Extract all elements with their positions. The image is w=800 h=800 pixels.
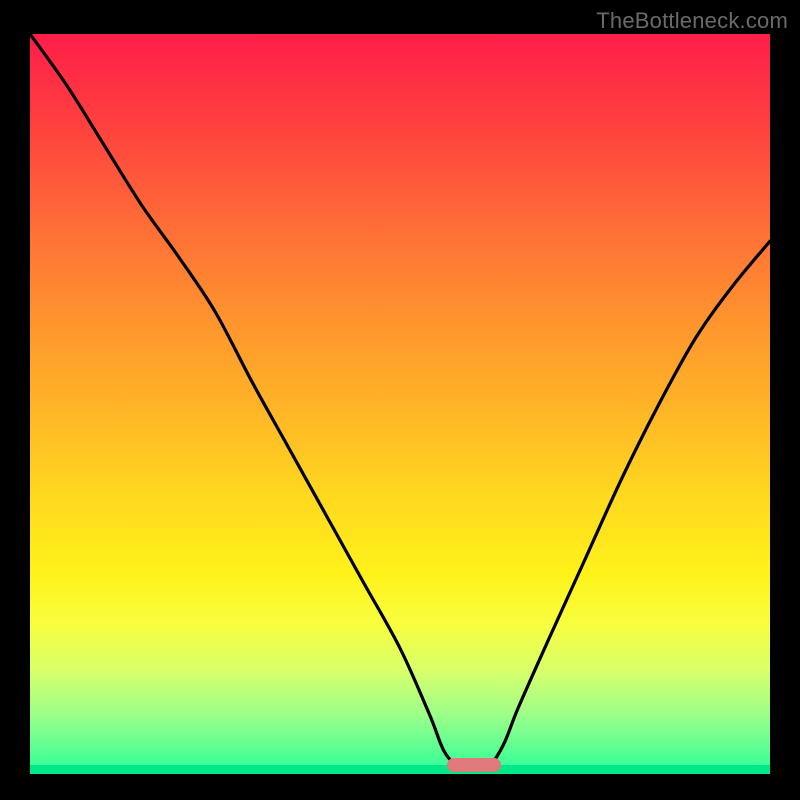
- plot-area: [30, 34, 770, 774]
- chart-frame: TheBottleneck.com: [0, 0, 800, 800]
- bottleneck-curve: [30, 34, 770, 774]
- minimum-marker: [447, 758, 501, 772]
- watermark-text: TheBottleneck.com: [596, 8, 788, 34]
